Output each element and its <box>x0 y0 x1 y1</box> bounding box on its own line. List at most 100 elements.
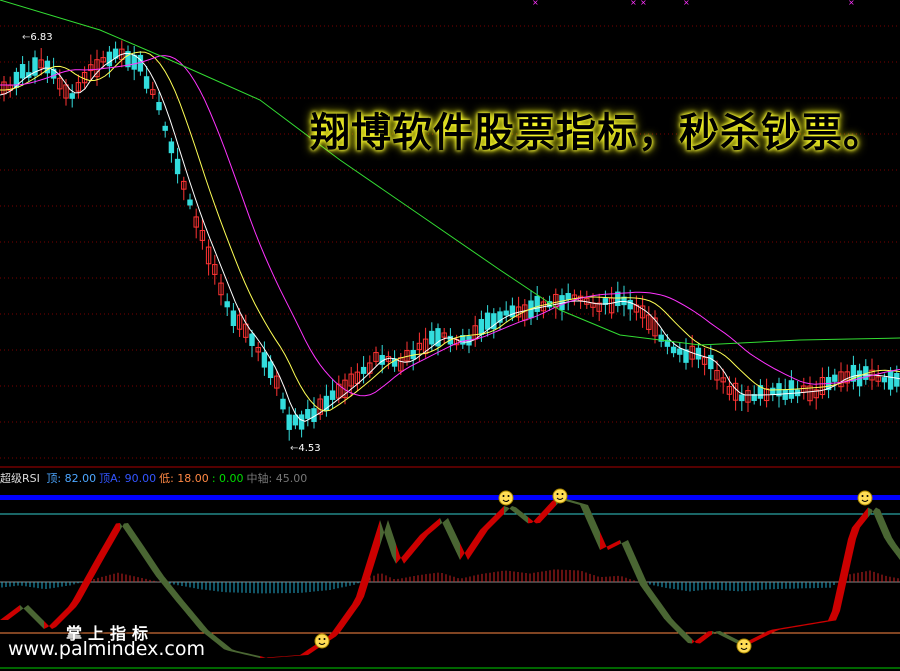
rsi-ribbon <box>696 637 700 644</box>
rsi-ribbon <box>252 654 256 658</box>
rsi-ribbon <box>8 611 12 620</box>
promo-banner: 翔博软件股票指标，秒杀钞票。 <box>310 110 884 156</box>
rsi-ribbon <box>412 539 416 555</box>
rsi-ribbon <box>192 610 196 626</box>
candle-body <box>230 310 237 327</box>
rsi-ribbon <box>496 510 500 522</box>
rsi-ribbon <box>0 617 4 620</box>
candle-body <box>670 346 677 354</box>
rsi-ribbon <box>52 619 56 629</box>
rsi-ribbon <box>160 570 164 587</box>
rsi-ribbon <box>524 513 528 524</box>
rsi-ribbon <box>352 596 356 616</box>
rsi-ribbon <box>708 631 712 638</box>
rsi-ribbon <box>536 514 540 524</box>
rsi-ribbon <box>468 542 472 560</box>
candle-body <box>168 141 175 154</box>
candle-body <box>261 352 268 368</box>
rsi-top-band <box>0 495 900 500</box>
rsi-ribbon <box>640 567 644 591</box>
rsi-ribbon <box>628 540 632 567</box>
rsi-ribbon <box>120 522 124 531</box>
rsi-ribbon <box>356 584 360 610</box>
rsi-ribbon <box>124 522 128 535</box>
rsi-ribbon <box>36 613 40 625</box>
rsi-ribbon <box>768 629 772 635</box>
rsi-ribbon <box>472 536 476 554</box>
rsi-ribbon <box>264 657 268 658</box>
rsi-ribbon <box>820 621 824 623</box>
candle-body <box>187 199 193 206</box>
rsi-ribbon <box>260 656 264 658</box>
rsi-ribbon <box>852 522 856 557</box>
rsi-ribbon <box>756 635 760 641</box>
rsi-ribbon <box>380 520 384 546</box>
rsi-ribbon <box>72 594 76 611</box>
smiley-icon <box>314 633 330 649</box>
rsi-ribbon <box>608 544 612 550</box>
rsi-ribbon <box>592 514 596 541</box>
rsi-ribbon <box>212 633 216 643</box>
rsi-ribbon <box>648 585 652 602</box>
rsi-ribbon <box>544 505 548 519</box>
candle-body <box>360 366 367 374</box>
signal-marker: × <box>630 0 637 7</box>
signal-marker: × <box>683 0 690 7</box>
candle-body <box>683 349 689 363</box>
candle-body <box>280 398 286 410</box>
rsi-ribbon <box>80 579 84 602</box>
rsi-ribbon <box>128 522 132 541</box>
indicator-params: 顶: 82.00 顶A: 90.00 低: 18.00: 0.00 中轴: 45.00 <box>46 472 310 485</box>
rsi-ribbon <box>480 526 484 542</box>
rsi-ribbon <box>548 501 552 515</box>
candle-body <box>286 414 292 430</box>
rsi-ribbon <box>508 506 512 511</box>
rsi-ribbon <box>360 571 364 605</box>
rsi-ribbon <box>60 611 64 623</box>
rsi-ribbon <box>276 656 280 658</box>
rsi-ribbon <box>464 548 468 560</box>
rsi-ribbon <box>204 625 208 637</box>
rsi-ribbon <box>688 635 692 644</box>
rsi-ribbon <box>504 506 508 514</box>
rsi-ribbon <box>348 604 352 621</box>
rsi-ribbon <box>296 655 300 656</box>
rsi-ribbon <box>532 518 536 524</box>
candle-body <box>782 389 788 400</box>
rsi-ribbon <box>476 530 480 548</box>
rsi-ribbon <box>184 601 188 616</box>
rsi-ribbon <box>344 609 348 627</box>
rsi-ribbon <box>596 523 600 550</box>
rsi-ribbon <box>792 625 796 628</box>
rsi-ribbon <box>788 626 792 629</box>
rsi-ribbon <box>796 625 800 627</box>
rsi-ribbon <box>304 649 308 656</box>
rsi-ribbon <box>248 653 252 657</box>
rsi-ribbon <box>776 628 780 631</box>
rsi-ribbon <box>336 621 340 637</box>
rsi-ribbon <box>384 520 388 544</box>
rsi-ribbon <box>856 517 860 539</box>
rsi-ribbon <box>428 524 432 535</box>
candle-body <box>534 295 540 312</box>
rsi-ribbon <box>540 509 544 523</box>
candle-body <box>615 291 621 307</box>
rsi-ribbon <box>520 510 524 521</box>
indicator-param-0: 顶: 82.00 <box>46 472 97 485</box>
candle-body <box>708 354 714 370</box>
rsi-ribbon <box>604 541 608 550</box>
rsi-ribbon <box>636 558 640 585</box>
rsi-ribbon <box>300 652 304 656</box>
rsi-ribbon <box>808 623 812 625</box>
rsi-ribbon <box>4 614 8 620</box>
rsi-ribbon <box>332 626 336 639</box>
rsi-ribbon <box>92 558 96 580</box>
rsi-ribbon <box>64 607 68 619</box>
rsi-ribbon <box>784 627 788 629</box>
indicator-name: 超级RSI <box>0 472 40 485</box>
rsi-ribbon <box>40 617 44 629</box>
rsi-ribbon <box>488 518 492 530</box>
rsi-ribbon <box>732 637 736 643</box>
rsi-ribbon <box>312 644 316 653</box>
candle-body <box>292 414 299 426</box>
